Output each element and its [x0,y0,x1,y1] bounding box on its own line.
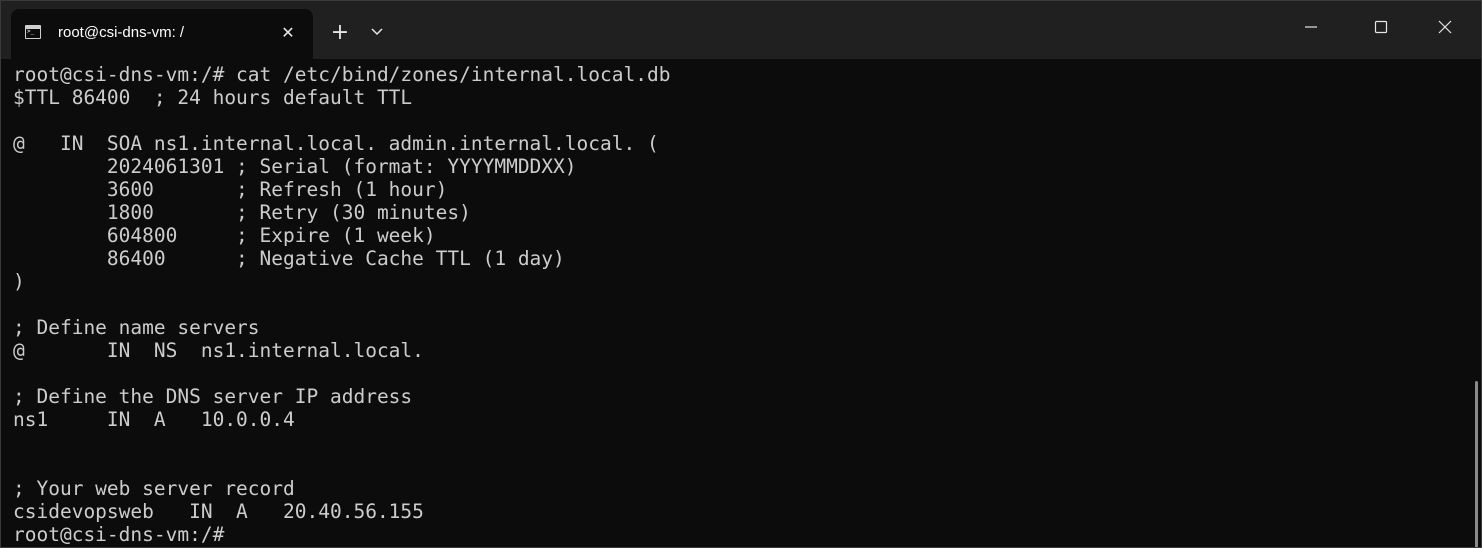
new-tab-button[interactable]: + [323,21,357,47]
terminal-line: 1800 ; Retry (30 minutes) [13,201,471,224]
terminal-line: $TTL 86400 ; 24 hours default TTL [13,86,413,109]
maximize-button[interactable] [1353,1,1409,53]
terminal-window: root@csi-dns-vm: / ✕ + [0,0,1482,548]
terminal-line: ; Define name servers [13,316,260,339]
terminal-line: csidevopsweb IN A 20.40.56.155 [13,500,424,523]
tab-terminal[interactable]: root@csi-dns-vm: / ✕ [11,9,313,59]
terminal-line: 86400 ; Negative Cache TTL (1 day) [13,247,565,270]
maximize-icon [1374,20,1388,34]
minimize-button[interactable] [1283,1,1339,53]
tab-dropdown-button[interactable] [363,21,391,47]
minimize-icon [1305,26,1317,28]
terminal-line: ) [13,270,25,293]
terminal-icon [25,25,41,39]
tab-close-button[interactable]: ✕ [277,22,299,44]
terminal-line: ; Your web server record [13,477,295,500]
terminal-line: ; Define the DNS server IP address [13,385,413,408]
terminal-prompt: root@csi-dns-vm:/# [13,523,225,546]
tab-title: root@csi-dns-vm: / [58,24,185,41]
scrollbar-thumb[interactable] [1475,381,1478,547]
terminal-line: ns1 IN A 10.0.0.4 [13,408,295,431]
terminal-line: @ IN SOA ns1.internal.local. admin.inter… [13,132,659,155]
close-icon [1438,20,1452,34]
chevron-down-icon [371,28,383,36]
terminal-line: root@csi-dns-vm:/# cat /etc/bind/zones/i… [13,63,671,86]
terminal-line: 3600 ; Refresh (1 hour) [13,178,448,201]
terminal-output[interactable]: root@csi-dns-vm:/# cat /etc/bind/zones/i… [13,63,1453,547]
terminal-line: 604800 ; Expire (1 week) [13,224,436,247]
terminal-line: 2024061301 ; Serial (format: YYYYMMDDXX) [13,155,577,178]
window-controls [1283,1,1481,59]
close-window-button[interactable] [1417,1,1473,53]
terminal-line: @ IN NS ns1.internal.local. [13,339,424,362]
title-bar[interactable]: root@csi-dns-vm: / ✕ + [1,1,1481,59]
